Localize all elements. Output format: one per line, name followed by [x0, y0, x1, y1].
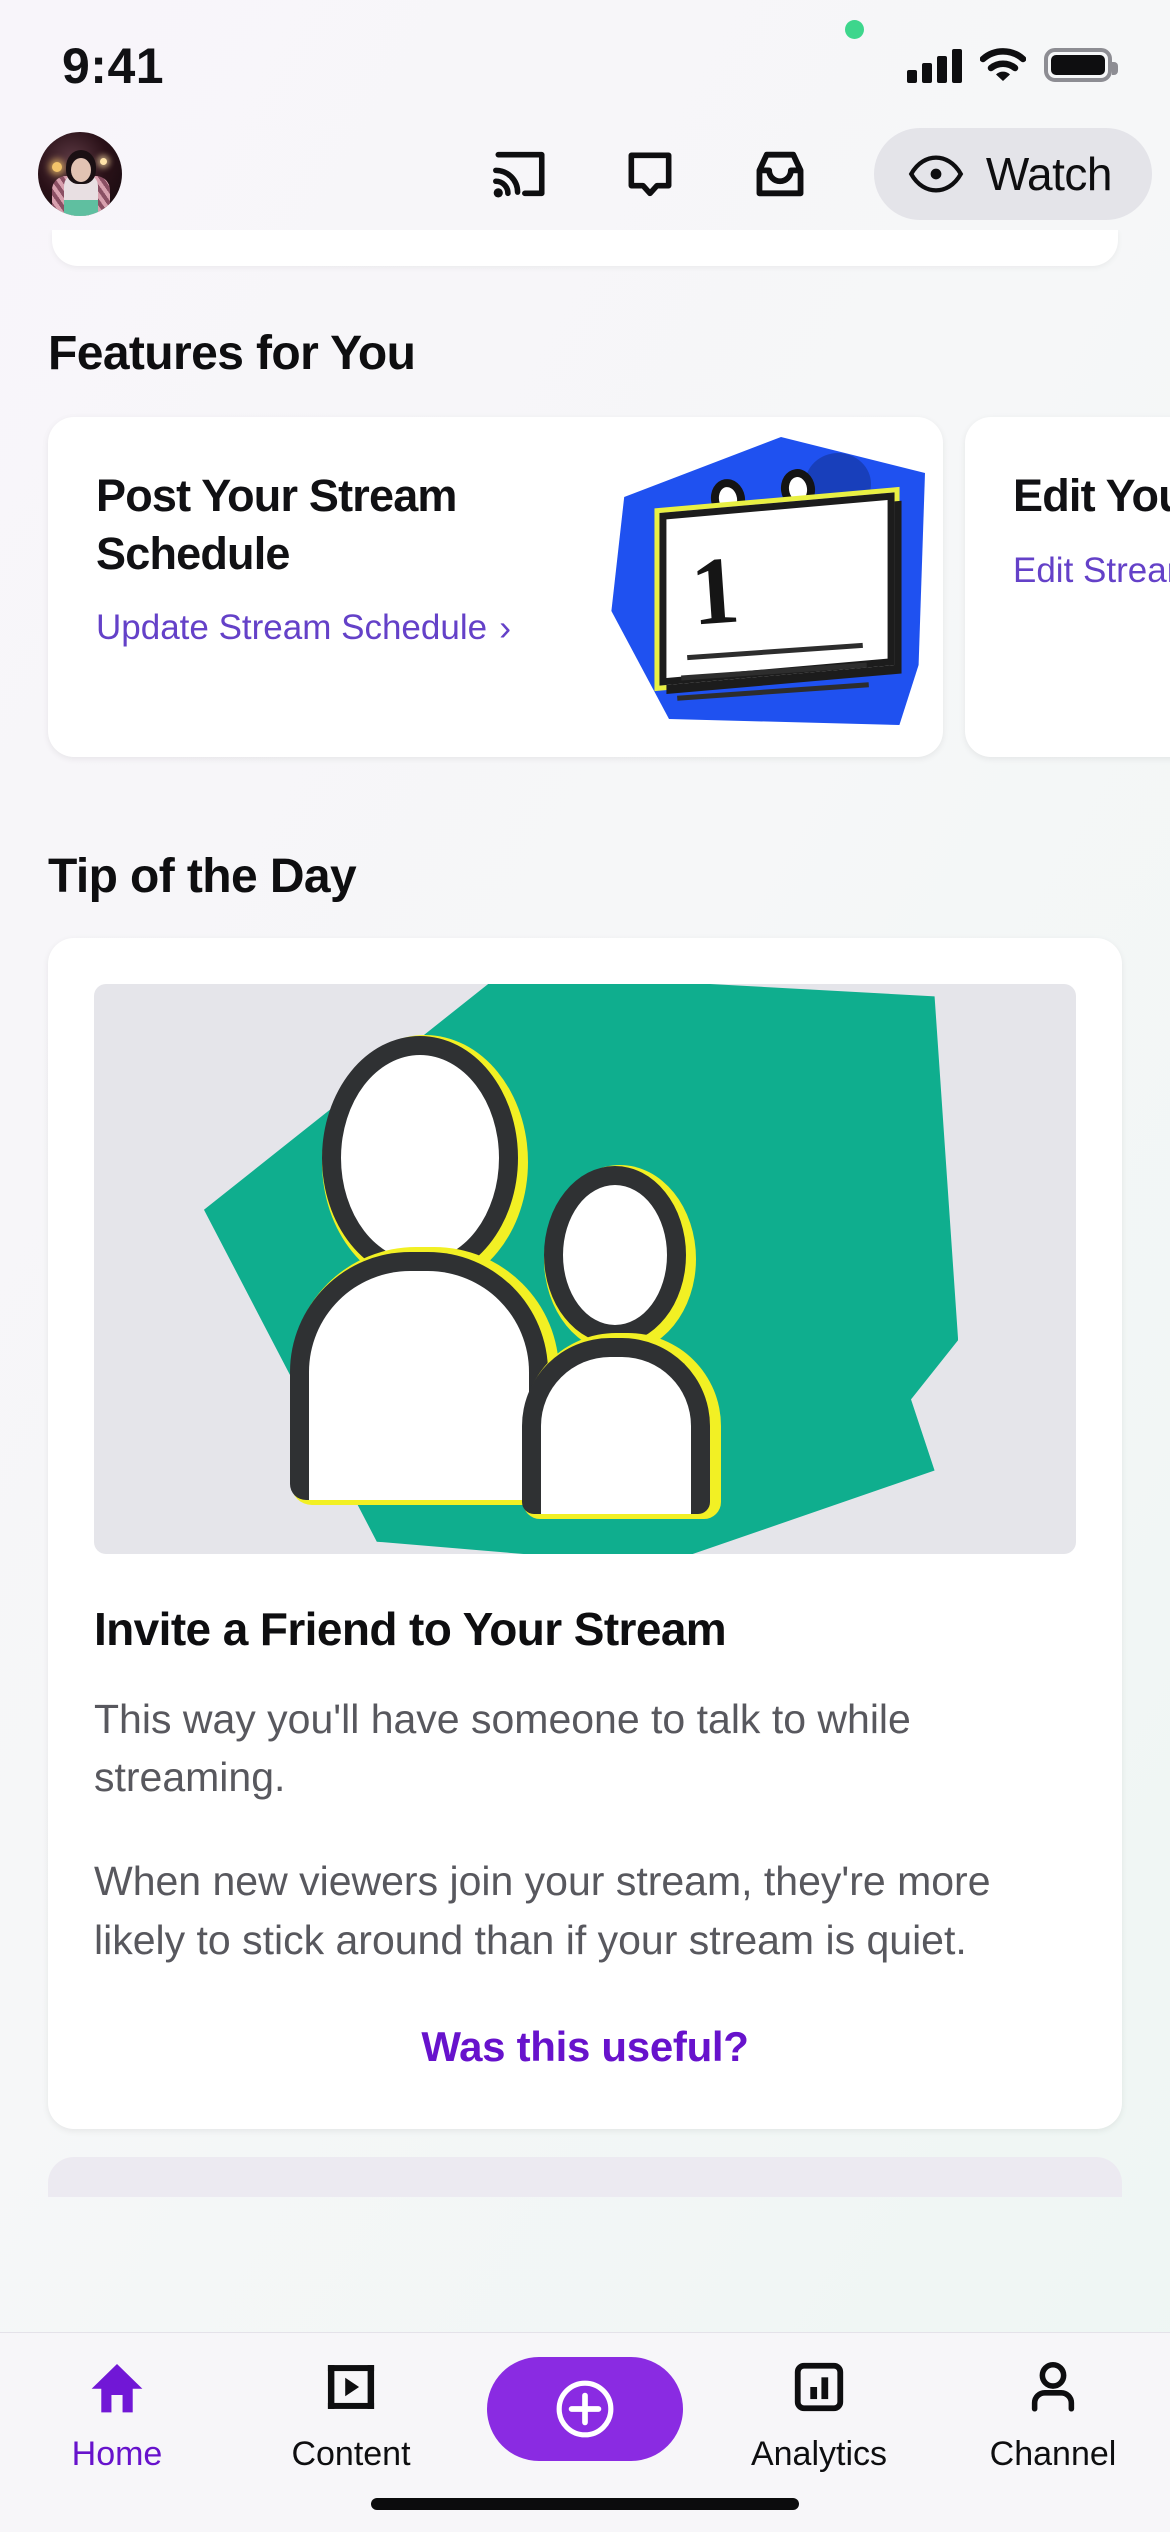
tab-analytics[interactable]: Analytics: [714, 2355, 924, 2474]
green-dot-indicator: [845, 20, 864, 39]
home-indicator: [371, 2498, 799, 2510]
analytics-bar-chart-icon: [790, 2355, 848, 2419]
top-nav-bar: Watch: [0, 118, 1170, 230]
feature-card-link-label: Update Stream Schedule: [96, 608, 488, 648]
cellular-signal-icon: [907, 47, 962, 83]
tip-paragraph-2: When new viewers join your stream, they'…: [94, 1858, 991, 1963]
home-icon: [88, 2355, 146, 2419]
feature-card-title: Post Your Stream Schedule: [96, 470, 457, 579]
previous-card-peek: [52, 230, 1118, 266]
tab-create[interactable]: [480, 2355, 690, 2477]
wifi-icon: [980, 48, 1026, 81]
main-content: Features for You Post Your Stream Schedu…: [0, 230, 1170, 2332]
inbox-icon[interactable]: [748, 142, 812, 206]
status-time: 9:41: [62, 38, 165, 94]
features-section: Features for You Post Your Stream Schedu…: [0, 326, 1170, 757]
tab-content-label: Content: [291, 2435, 411, 2473]
chevron-right-icon: ›: [499, 607, 512, 649]
tip-of-the-day-section: Tip of the Day Invite a Friend to Your S…: [0, 849, 1170, 2197]
watch-button-label: Watch: [985, 148, 1113, 200]
tab-channel-label: Channel: [989, 2435, 1117, 2473]
app-screen: 9:41 Watch Features for You Post Your St…: [0, 0, 1170, 2532]
channel-person-icon: [1024, 2355, 1082, 2419]
calendar-day-number: 1: [687, 535, 743, 646]
feature-card-title: Edit Your Stream Info: [1013, 470, 1170, 521]
profile-avatar[interactable]: [38, 132, 122, 216]
status-bar: 9:41: [0, 0, 1170, 118]
features-carousel[interactable]: Post Your Stream Schedule Update Stream …: [0, 417, 1170, 757]
watch-button[interactable]: Watch: [873, 128, 1152, 220]
features-section-title: Features for You: [48, 327, 416, 380]
create-plus-icon: [556, 2380, 614, 2438]
feature-card-link-label: Edit Stream Info: [1013, 550, 1170, 590]
tab-content[interactable]: Content: [246, 2355, 456, 2474]
tab-home[interactable]: Home: [12, 2355, 222, 2474]
tip-paragraph-1: This way you'll have someone to talk to …: [94, 1696, 911, 1801]
tab-channel[interactable]: Channel: [948, 2355, 1158, 2474]
content-film-icon: [321, 2355, 381, 2419]
tab-analytics-label: Analytics: [750, 2435, 888, 2473]
feature-card-link[interactable]: Edit Stream Info ›: [1013, 551, 1170, 591]
was-this-useful-link[interactable]: Was this useful?: [94, 1969, 1076, 2129]
feature-card-link[interactable]: Update Stream Schedule ›: [96, 608, 568, 648]
calendar-illustration: 1: [583, 417, 943, 757]
create-button[interactable]: [487, 2357, 683, 2461]
eye-icon: [908, 155, 964, 193]
chat-bubble-icon[interactable]: [618, 142, 682, 206]
tab-home-label: Home: [71, 2435, 163, 2473]
tip-title: Invite a Friend to Your Stream: [94, 1603, 727, 1655]
cast-icon[interactable]: [488, 142, 552, 206]
two-people-illustration: [94, 984, 1076, 1554]
battery-icon: [1044, 48, 1118, 82]
tip-card: Invite a Friend to Your Stream This way …: [48, 938, 1122, 2129]
feature-card-schedule[interactable]: Post Your Stream Schedule Update Stream …: [48, 417, 943, 757]
next-card-peek: [48, 2156, 1122, 2197]
tip-section-title: Tip of the Day: [48, 850, 357, 903]
feature-card-stream-info[interactable]: Edit Your Stream Info Edit Stream Info ›: [965, 417, 1170, 757]
